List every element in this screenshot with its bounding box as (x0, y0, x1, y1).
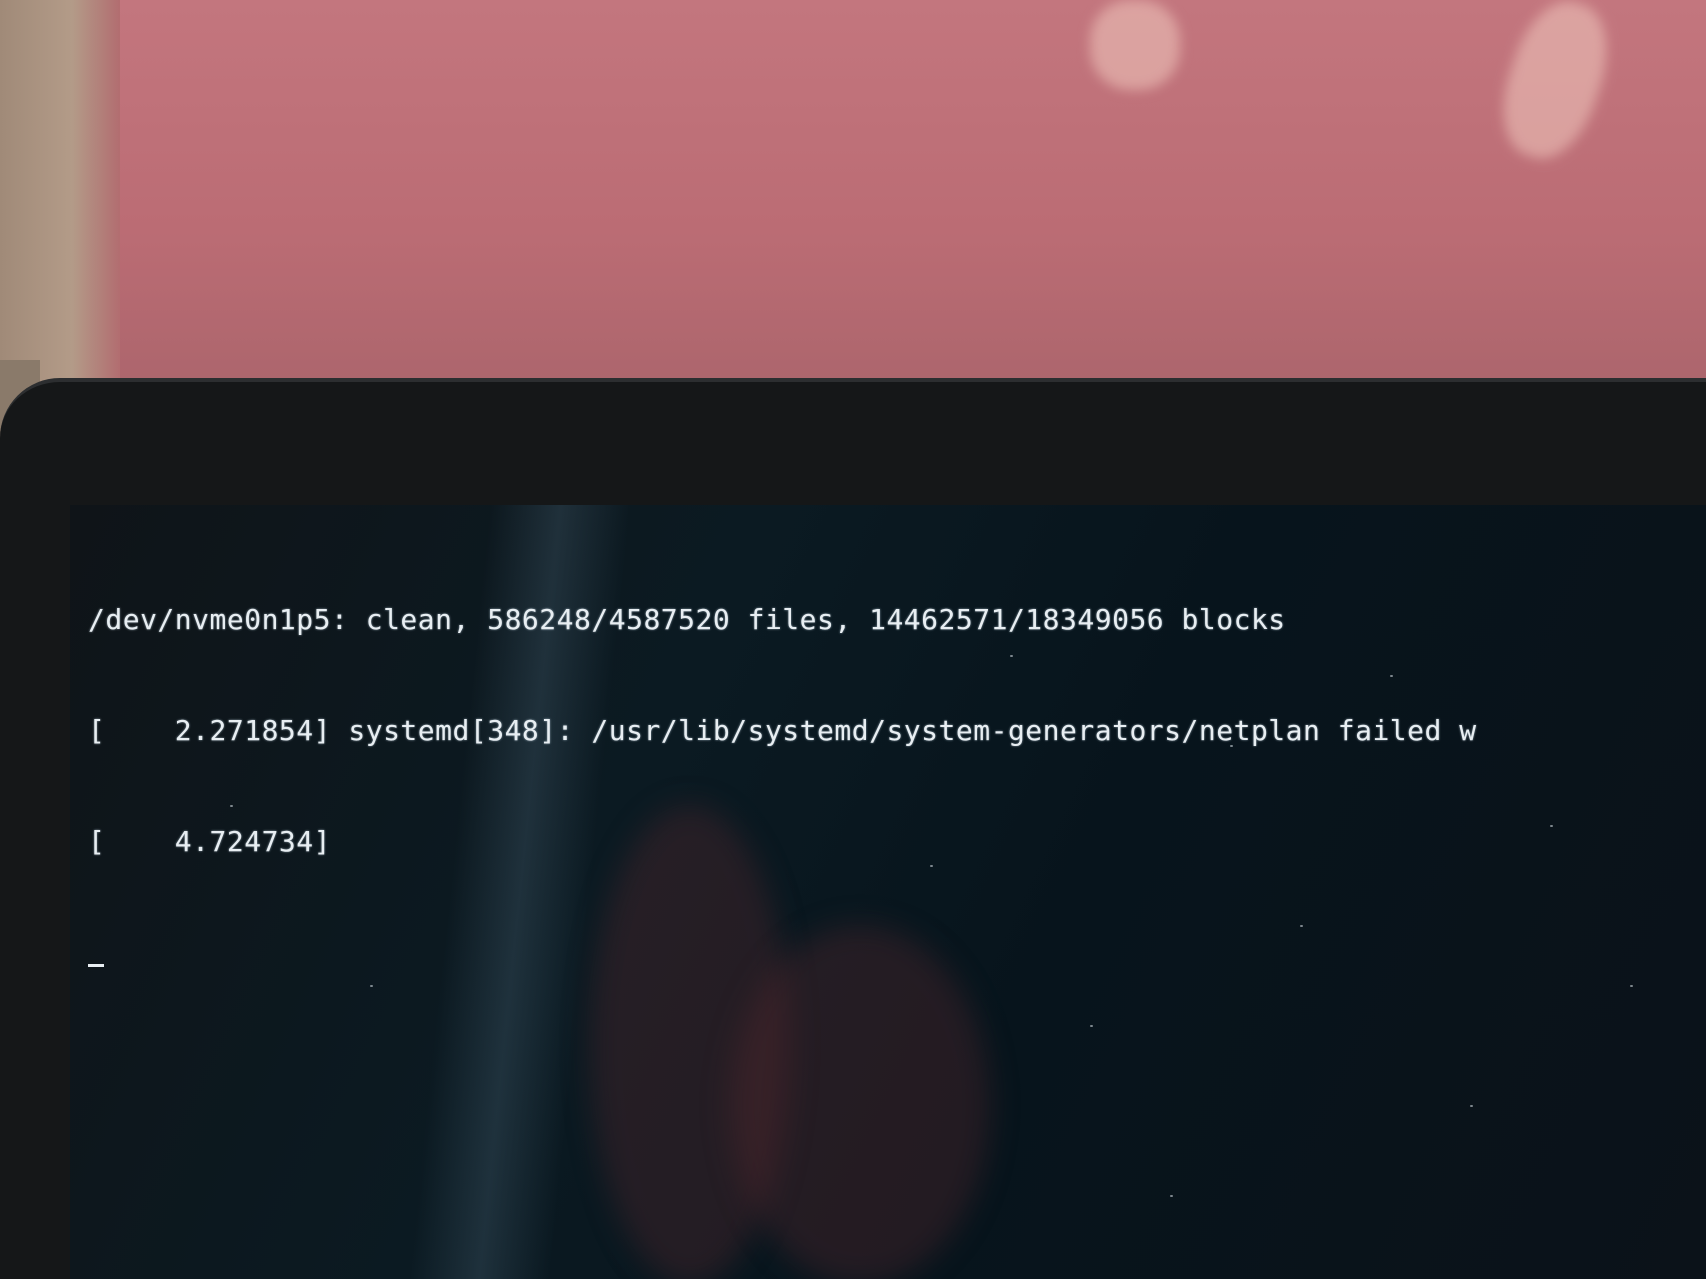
console-line-systemd: [ 2.271854] systemd[348]: /usr/lib/syste… (88, 714, 1477, 747)
screen-dust (1470, 1105, 1473, 1107)
console-cursor-line (88, 934, 1477, 971)
screen-dust (370, 985, 373, 987)
background-hand (1090, 0, 1180, 90)
console-output: /dev/nvme0n1p5: clean, 586248/4587520 fi… (88, 527, 1477, 1045)
console-screen[interactable]: /dev/nvme0n1p5: clean, 586248/4587520 fi… (70, 505, 1706, 1279)
text-cursor (88, 964, 104, 967)
screen-dust (1300, 925, 1303, 927)
console-line-timestamp: [ 4.724734] (88, 825, 332, 858)
screen-dust (1390, 675, 1393, 677)
background-edge (0, 0, 120, 420)
screen-dust (1170, 1195, 1173, 1197)
screen-dust (930, 865, 933, 867)
screen-dust (1630, 985, 1633, 987)
screen-dust (1010, 655, 1013, 657)
screen-dust (1230, 745, 1233, 747)
screen-dust (230, 805, 233, 807)
screen-dust (1550, 825, 1553, 827)
background-wall (0, 0, 1706, 420)
console-line-fsck: /dev/nvme0n1p5: clean, 586248/4587520 fi… (88, 603, 1286, 636)
screen-dust (1090, 1025, 1093, 1027)
photo-scene: /dev/nvme0n1p5: clean, 586248/4587520 fi… (0, 0, 1706, 1279)
